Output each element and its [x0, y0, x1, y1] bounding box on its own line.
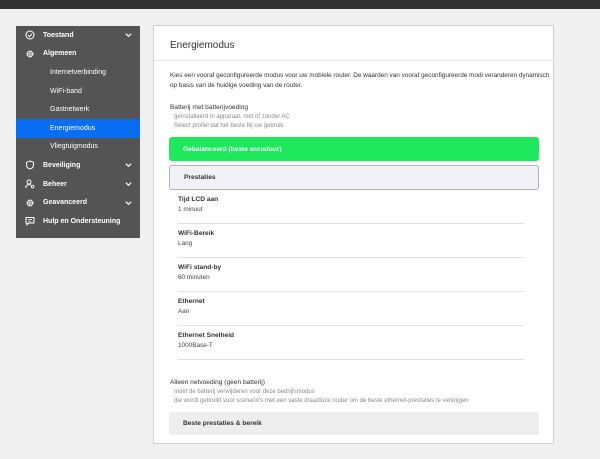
profile-performance-button[interactable]: Prestaties [169, 165, 539, 190]
profile-best-performance-button[interactable]: Beste prestaties & bereik [169, 412, 539, 435]
detail-row: WiFi-Bereik Lang [178, 224, 524, 258]
chevron-down-icon [125, 32, 132, 39]
sidebar-item-geavanceerd[interactable]: Geavanceerd [16, 193, 140, 212]
sidebar-item-label: Hulp en Ondersteuning [43, 217, 121, 225]
detail-value: 1 minuut [178, 206, 203, 213]
shield-icon [25, 160, 35, 170]
detail-label: Tijd LCD aan [178, 196, 219, 203]
ac-section-hint: die wordt gebruikt voor scenario's met e… [174, 398, 469, 404]
sidebar-item-beveiliging[interactable]: Beveiliging [16, 156, 140, 175]
chevron-down-icon [125, 199, 132, 206]
check-circle-icon [25, 30, 35, 40]
sidebar-subitem-vliegtuigmodus[interactable]: Vliegtuigmodus [16, 138, 140, 157]
sidebar-item-label: Geavanceerd [43, 199, 87, 207]
energy-mode-panel: Energiemodus Kies een vooraf geconfigure… [153, 25, 554, 444]
chevron-down-icon [125, 162, 132, 169]
detail-value: Aan [178, 308, 190, 315]
sidebar-item-toestand[interactable]: Toestand [16, 26, 140, 45]
top-bar [0, 0, 600, 9]
sidebar-subitem-wifi-band[interactable]: WiFi-band [16, 82, 140, 101]
user-gear-icon [25, 179, 35, 189]
sidebar-subitem-energiemodus[interactable]: Energiemodus [16, 118, 140, 138]
profile-balanced-button[interactable]: Gebalanceerd (beste accuduur) [169, 137, 539, 161]
detail-label: Ethernet [178, 298, 205, 305]
detail-label: Ethernet Snelheid [178, 332, 235, 339]
sidebar-item-label: Algemeen [43, 50, 77, 58]
sidebar-subitem-gastnetwerk[interactable]: Gastnetwerk [16, 100, 140, 119]
page-title: Energiemodus [170, 40, 235, 51]
sidebar-item-label: Beveiliging [43, 161, 81, 169]
battery-section-hint: Select profiel dat het beste bij uw gebr… [174, 123, 284, 129]
detail-row: Ethernet Snelheid 1000Base-T [178, 326, 524, 360]
ac-section-title: Alleen netvoeding (geen batterij) [170, 379, 265, 386]
sidebar-item-beheer[interactable]: Beheer [16, 175, 140, 194]
detail-value: 1000Base-T [178, 342, 213, 349]
gear-icon [25, 198, 35, 208]
sidebar-subitem-internetverbinding[interactable]: Internetverbinding [16, 63, 140, 82]
battery-section-note: geïnstalleerd in apparaat, met of zonder… [174, 114, 290, 120]
sidebar-item-label: Beheer [43, 180, 67, 188]
chat-icon [25, 216, 35, 227]
sidebar-item-algemeen[interactable]: Algemeen [16, 45, 140, 64]
intro-text: Kies een vooraf geconfigureerde modus vo… [170, 72, 550, 89]
gear-icon [25, 49, 35, 59]
divider [154, 60, 553, 61]
detail-row: WiFi stand-by 60 minuten [178, 258, 524, 292]
detail-label: WiFi-Bereik [178, 230, 215, 237]
battery-section-title: Batterij met batterijvoeding [170, 104, 249, 111]
detail-row: Tijd LCD aan 1 minuut [178, 190, 524, 224]
sidebar-item-label: Toestand [43, 31, 74, 39]
detail-value: Lang [178, 240, 193, 247]
detail-value: 60 minuten [178, 274, 210, 281]
ac-section-note: moet de batterij verwijderen voor deze b… [174, 389, 315, 395]
chevron-down-icon [125, 181, 132, 188]
sidebar-item-hulp[interactable]: Hulp en Ondersteuning [16, 212, 140, 231]
sidebar: Toestand Algemeen Internetverbinding WiF… [16, 26, 140, 238]
detail-row: Ethernet Aan [178, 292, 524, 326]
detail-label: WiFi stand-by [178, 264, 222, 271]
